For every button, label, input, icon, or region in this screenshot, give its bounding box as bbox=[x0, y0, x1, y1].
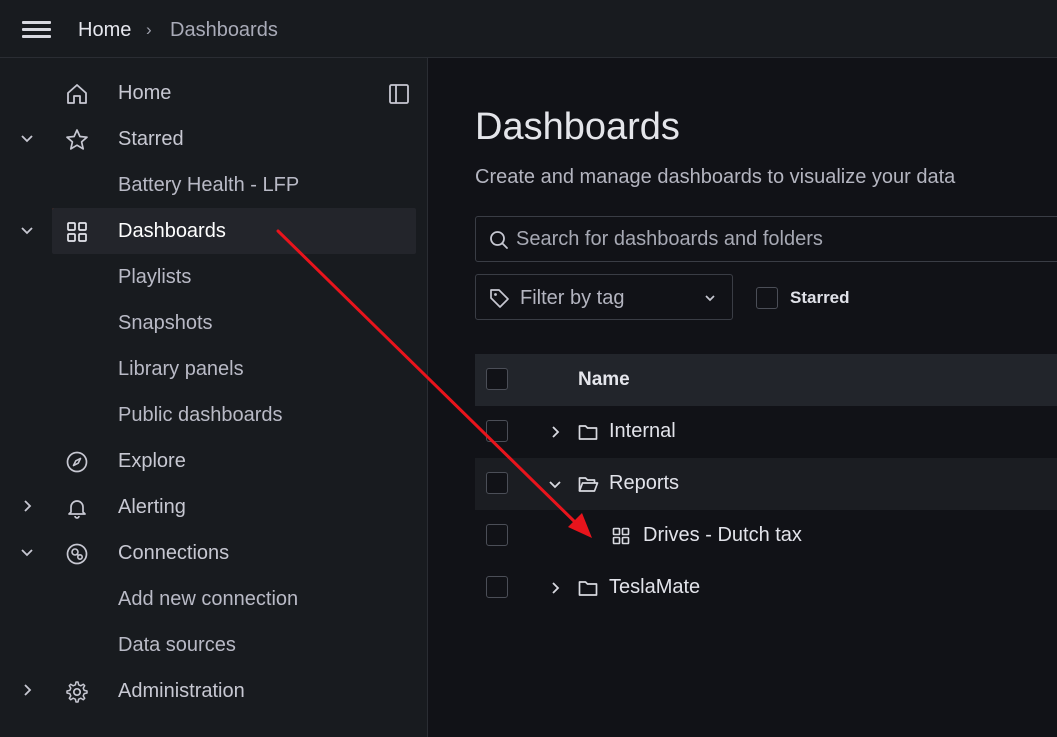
starred-checkbox[interactable] bbox=[756, 287, 778, 309]
star-icon bbox=[66, 129, 88, 150]
sidebar-item-label: Playlists bbox=[118, 266, 192, 288]
bell-icon bbox=[68, 500, 86, 519]
chevron-down-icon[interactable] bbox=[17, 220, 37, 240]
chevron-down-icon[interactable] bbox=[17, 542, 37, 562]
sidebar-item-home[interactable]: Home bbox=[0, 70, 416, 116]
sidebar-item-label: Administration bbox=[118, 680, 245, 702]
sidebar-item-data-sources[interactable]: Data sources bbox=[0, 622, 416, 668]
apps-icon bbox=[67, 222, 87, 242]
sidebar-item-connections[interactable]: Connections bbox=[0, 530, 416, 576]
sidebar: Home Starred Battery Health - LFP Dashbo… bbox=[0, 58, 428, 737]
sidebar-item-dashboards[interactable]: Dashboards bbox=[52, 208, 416, 254]
chevron-down-icon[interactable] bbox=[17, 128, 37, 148]
app-root: Home › Dashboards Home Starred Battery H… bbox=[0, 0, 1057, 737]
folder-link-teslamate[interactable]: TeslaMate bbox=[609, 576, 700, 599]
tag-filter-select[interactable]: Filter by tag bbox=[475, 274, 733, 320]
main-content: Dashboards Create and manage dashboards … bbox=[429, 58, 1057, 737]
sidebar-item-battery-health[interactable]: Battery Health - LFP bbox=[0, 162, 416, 208]
sidebar-item-label: Starred bbox=[118, 128, 184, 150]
sidebar-item-library-panels[interactable]: Library panels bbox=[0, 346, 416, 392]
row-checkbox[interactable] bbox=[486, 524, 508, 546]
search-icon bbox=[490, 231, 508, 249]
sidebar-item-label: Alerting bbox=[118, 496, 186, 518]
apps-icon bbox=[612, 527, 630, 545]
dashboard-link-drives-dutch-tax[interactable]: Drives - Dutch tax bbox=[643, 524, 802, 547]
top-bar: Home › Dashboards bbox=[0, 0, 1057, 58]
sidebar-item-starred[interactable]: Starred bbox=[0, 116, 416, 162]
sidebar-item-add-new-connection[interactable]: Add new connection bbox=[0, 576, 416, 622]
sidebar-item-label: Library panels bbox=[118, 358, 244, 380]
page-title: Dashboards bbox=[475, 106, 680, 148]
row-checkbox[interactable] bbox=[486, 576, 508, 598]
tag-icon bbox=[490, 289, 509, 308]
search-input[interactable] bbox=[516, 225, 1056, 253]
column-header-name: Name bbox=[578, 369, 630, 390]
chevron-right-icon[interactable] bbox=[545, 578, 565, 598]
compass-icon bbox=[66, 451, 88, 473]
sidebar-item-playlists[interactable]: Playlists bbox=[0, 254, 416, 300]
search-box[interactable] bbox=[475, 216, 1057, 262]
table-header: Name bbox=[475, 354, 1057, 406]
select-all-checkbox[interactable] bbox=[486, 368, 508, 390]
sidebar-item-snapshots[interactable]: Snapshots bbox=[0, 300, 416, 346]
folder-icon bbox=[578, 581, 598, 596]
chevron-right-icon[interactable] bbox=[17, 680, 37, 700]
sidebar-item-label: Snapshots bbox=[118, 312, 213, 334]
row-checkbox[interactable] bbox=[486, 420, 508, 442]
row-checkbox[interactable] bbox=[486, 472, 508, 494]
sidebar-item-label: Connections bbox=[118, 542, 230, 564]
folder-link-internal[interactable]: Internal bbox=[609, 420, 676, 443]
folder-open-icon bbox=[578, 477, 599, 492]
folder-link-reports[interactable]: Reports bbox=[609, 472, 679, 495]
chevron-right-icon[interactable] bbox=[545, 422, 565, 442]
filter-label: Filter by tag bbox=[520, 287, 625, 309]
table-row[interactable]: Reports bbox=[475, 458, 1057, 510]
sidebar-item-label: Public dashboards bbox=[118, 404, 283, 426]
table-row[interactable]: Drives - Dutch tax bbox=[475, 510, 1057, 562]
starred-label: Starred bbox=[790, 288, 850, 307]
chevron-right-icon[interactable] bbox=[17, 496, 37, 516]
sidebar-item-label: Add new connection bbox=[118, 588, 299, 610]
connections-icon bbox=[66, 543, 88, 565]
folder-icon bbox=[578, 425, 598, 440]
sidebar-item-label: Battery Health - LFP bbox=[118, 174, 300, 196]
sidebar-item-explore[interactable]: Explore bbox=[0, 438, 416, 484]
sidebar-item-alerting[interactable]: Alerting bbox=[0, 484, 416, 530]
sidebar-item-label: Home bbox=[118, 82, 172, 104]
breadcrumb-current: Dashboards bbox=[170, 19, 278, 41]
sidebar-item-administration[interactable]: Administration bbox=[0, 668, 416, 714]
page-subtitle: Create and manage dashboards to visualiz… bbox=[475, 166, 956, 188]
cog-icon bbox=[66, 681, 88, 703]
table-row[interactable]: TeslaMate bbox=[475, 562, 1057, 614]
sidebar-item-label: Explore bbox=[118, 450, 186, 472]
chevron-down-icon[interactable] bbox=[545, 474, 565, 494]
breadcrumb-separator: › bbox=[146, 20, 152, 39]
table-row[interactable]: Internal bbox=[475, 406, 1057, 458]
home-icon bbox=[67, 84, 87, 104]
menu-icon[interactable] bbox=[22, 21, 52, 39]
chevron-down-icon bbox=[705, 295, 715, 302]
sidebar-item-label: Dashboards bbox=[118, 220, 226, 242]
sidebar-item-label: Data sources bbox=[118, 634, 236, 656]
breadcrumb-home[interactable]: Home bbox=[78, 19, 131, 42]
sidebar-item-public-dashboards[interactable]: Public dashboards bbox=[0, 392, 416, 438]
